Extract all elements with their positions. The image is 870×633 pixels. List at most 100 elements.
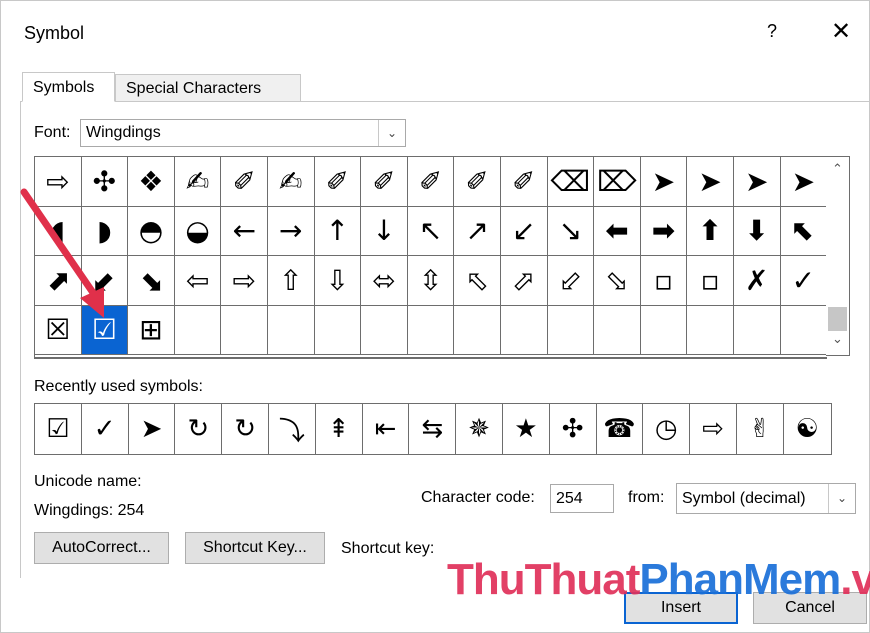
symbol-cell[interactable]: ◗ — [81, 206, 129, 256]
help-button[interactable]: ? — [767, 21, 777, 42]
symbol-cell[interactable] — [407, 305, 455, 355]
recent-symbol[interactable]: ✓ — [82, 404, 129, 454]
recent-symbol[interactable]: ✵ — [456, 404, 503, 454]
symbol-cell[interactable] — [687, 305, 734, 355]
tab-symbols[interactable]: Symbols — [22, 72, 115, 102]
symbol-cell[interactable]: ⬋ — [81, 256, 129, 306]
symbol-cell[interactable]: ↖ — [407, 206, 455, 256]
character-code-input[interactable]: 254 — [550, 484, 614, 513]
symbol-cell[interactable] — [500, 305, 548, 355]
symbol-cell[interactable]: ✓ — [780, 256, 827, 306]
symbol-grid-scrollbar[interactable]: ⌃ ⌄ — [826, 156, 850, 356]
recent-symbol[interactable]: ⇤ — [363, 404, 410, 454]
symbol-cell[interactable]: ▫ — [640, 256, 688, 306]
symbol-cell[interactable]: ⇩ — [314, 256, 362, 306]
symbol-cell[interactable]: ⬃ — [547, 256, 595, 306]
symbol-cell[interactable]: ✐ — [454, 157, 501, 207]
recent-symbol[interactable]: ★ — [503, 404, 550, 454]
recent-symbol[interactable]: ↻ — [175, 404, 223, 454]
recent-symbol[interactable]: ⇆ — [409, 404, 457, 454]
recent-symbol[interactable]: ⤵ — [269, 404, 316, 454]
recent-symbol[interactable]: ◷ — [643, 404, 691, 454]
recent-symbol[interactable]: ➤ — [129, 404, 176, 454]
recent-symbol[interactable]: ⇨ — [690, 404, 737, 454]
symbol-cell[interactable]: ✣ — [81, 157, 129, 207]
symbol-cell[interactable]: ↑ — [314, 206, 362, 256]
chevron-down-icon[interactable]: ⌄ — [828, 484, 855, 513]
symbol-cell[interactable]: ⬄ — [361, 256, 408, 306]
symbol-cell[interactable] — [640, 305, 688, 355]
symbol-cell[interactable]: ✐ — [500, 157, 548, 207]
symbol-cell[interactable] — [594, 305, 641, 355]
recent-symbol[interactable]: ⇞ — [316, 404, 363, 454]
symbol-cell[interactable] — [221, 305, 268, 355]
recent-symbol[interactable]: ↻ — [222, 404, 269, 454]
from-dropdown[interactable]: Symbol (decimal) ⌄ — [676, 483, 856, 514]
symbol-cell[interactable]: ↗ — [454, 206, 501, 256]
symbol-cell[interactable]: ◒ — [174, 206, 222, 256]
autocorrect-button[interactable]: AutoCorrect... — [34, 532, 169, 564]
symbol-cell[interactable]: ↙ — [500, 206, 548, 256]
symbol-cell[interactable]: ↘ — [547, 206, 595, 256]
close-icon[interactable]: ✕ — [831, 17, 851, 46]
symbol-cell[interactable]: ⌫ — [547, 157, 595, 207]
shortcut-key-button[interactable]: Shortcut Key... — [185, 532, 325, 564]
symbol-cell[interactable]: ↓ — [361, 206, 408, 256]
symbol-cell[interactable] — [733, 305, 781, 355]
scrollbar-thumb[interactable] — [828, 307, 847, 331]
symbol-cell[interactable]: ⬂ — [594, 256, 641, 306]
recent-symbol[interactable]: ☯ — [784, 404, 831, 454]
symbol-cell[interactable]: ❖ — [128, 157, 175, 207]
symbol-cell[interactable]: ✐ — [407, 157, 455, 207]
symbol-cell[interactable]: ☑ — [81, 305, 129, 355]
symbol-cell[interactable]: ▫ — [687, 256, 734, 306]
scroll-down-icon[interactable]: ⌄ — [826, 331, 849, 351]
symbol-cell[interactable]: ✐ — [361, 157, 408, 207]
symbol-cell[interactable]: ✗ — [733, 256, 781, 306]
chevron-down-icon[interactable]: ⌄ — [378, 120, 405, 146]
recent-symbol[interactable]: ☎ — [597, 404, 644, 454]
symbol-cell[interactable]: ⬈ — [35, 256, 82, 306]
symbol-cell[interactable]: ☒ — [35, 305, 82, 355]
tab-special-characters[interactable]: Special Characters — [115, 74, 301, 102]
symbol-cell[interactable]: ⌦ — [594, 157, 641, 207]
symbol-cell[interactable]: → — [267, 206, 315, 256]
symbol-cell[interactable]: ⇧ — [267, 256, 315, 306]
symbol-cell[interactable] — [454, 305, 501, 355]
symbol-cell[interactable] — [314, 305, 362, 355]
recent-symbol[interactable]: ✣ — [550, 404, 597, 454]
symbol-cell[interactable]: ⬉ — [780, 206, 827, 256]
symbol-cell[interactable]: ✍ — [267, 157, 315, 207]
symbol-cell[interactable]: ⇨ — [35, 157, 82, 207]
symbol-cell[interactable]: ⇳ — [407, 256, 455, 306]
symbol-cell[interactable] — [547, 305, 595, 355]
symbol-cell[interactable]: ◓ — [128, 206, 175, 256]
recent-symbol[interactable]: ☑ — [35, 404, 82, 454]
symbol-cell[interactable]: ✐ — [221, 157, 268, 207]
symbol-cell[interactable]: ⬁ — [454, 256, 501, 306]
symbol-cell[interactable]: ⇨ — [221, 256, 268, 306]
symbol-cell[interactable]: ✐ — [314, 157, 362, 207]
symbol-cell[interactable]: ⬅ — [594, 206, 641, 256]
symbol-cell[interactable]: ◖ — [35, 206, 82, 256]
symbol-cell[interactable]: ⇦ — [174, 256, 222, 306]
symbol-cell[interactable]: ⬆ — [687, 206, 734, 256]
symbol-cell[interactable]: ⬇ — [733, 206, 781, 256]
recent-symbol[interactable]: ✌ — [737, 404, 784, 454]
scroll-up-icon[interactable]: ⌃ — [826, 161, 849, 181]
symbol-cell[interactable]: ➤ — [687, 157, 734, 207]
symbol-cell[interactable] — [174, 305, 222, 355]
font-dropdown[interactable]: Wingdings ⌄ — [80, 119, 406, 147]
symbol-cell[interactable]: ➤ — [640, 157, 688, 207]
symbol-cell[interactable]: ➤ — [733, 157, 781, 207]
symbol-cell[interactable] — [361, 305, 408, 355]
symbol-cell[interactable]: ➤ — [780, 157, 827, 207]
symbol-cell[interactable]: ✍ — [174, 157, 222, 207]
symbol-cell[interactable]: ⊞ — [128, 305, 175, 355]
symbol-cell[interactable]: ⬀ — [500, 256, 548, 306]
symbol-cell[interactable]: ← — [221, 206, 268, 256]
symbol-cell[interactable] — [780, 305, 827, 355]
symbol-cell[interactable] — [267, 305, 315, 355]
symbol-cell[interactable]: ➡ — [640, 206, 688, 256]
symbol-cell[interactable]: ⬊ — [128, 256, 175, 306]
